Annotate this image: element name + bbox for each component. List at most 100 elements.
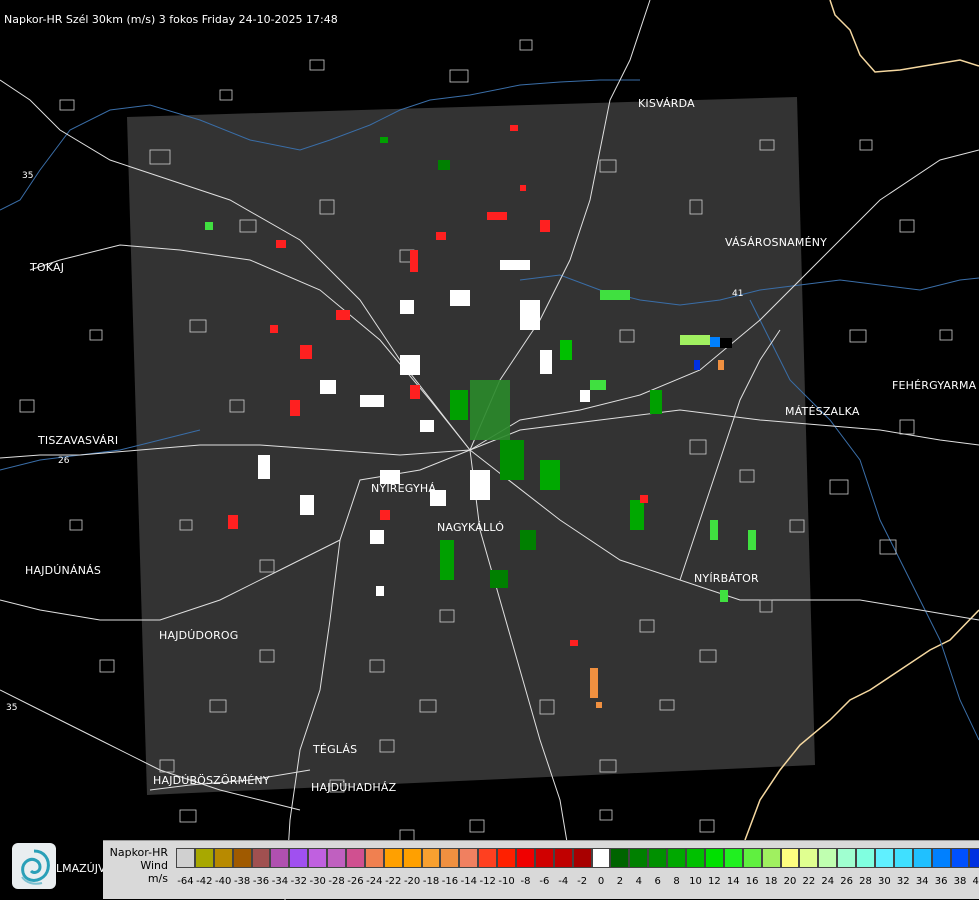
legend-ticks: -64 -42 -40 -38 -36 -34 -32 -30 -28 -26 -24 -22 -20-… (176, 876, 979, 890)
legend-swatch (270, 848, 290, 868)
legend-tick-label: -4 (558, 876, 569, 887)
legend-swatch (478, 848, 498, 868)
legend-tick-label: 22 (802, 876, 816, 887)
city-label-kisvarda: KISVÁRDA (638, 97, 695, 110)
legend-swatch (534, 848, 554, 868)
legend-tick-label: 14 (726, 876, 740, 887)
legend-tick-label: -18 (422, 876, 440, 887)
legend-tick-label: 18 (764, 876, 778, 887)
legend-tick-label: -30 (309, 876, 326, 887)
legend-tick-label: -20 (403, 876, 421, 887)
legend-tick-label: -14 (460, 876, 477, 887)
legend-swatch (837, 848, 857, 868)
legend-tick-label: -2 (577, 876, 588, 887)
legend-swatch (346, 848, 365, 868)
legend-tick-label: -34 (271, 876, 289, 887)
legend-swatch (931, 848, 951, 868)
legend-swatch (893, 848, 913, 868)
legend-tick-label: -24 (366, 876, 383, 887)
legend-tick-label: -16 (441, 876, 459, 887)
city-label-tiszavasvari: TISZAVASVÁRI (38, 434, 119, 447)
legend-tick-label: -6 (539, 876, 550, 887)
city-label-tokaj: TOKAJ (30, 261, 65, 274)
legend-swatch (704, 848, 724, 868)
legend-tick-label: -38 (233, 876, 251, 887)
legend-tick-label: -26 (347, 876, 364, 887)
legend-swatch (648, 848, 668, 868)
legend-swatch (591, 848, 611, 868)
legend-swatch (856, 848, 875, 868)
legend-swatch (194, 848, 214, 868)
legend-swatch (213, 848, 233, 868)
legend-swatch (761, 848, 781, 868)
legend-swatch (799, 848, 819, 868)
legend-tick-label: 4 (635, 876, 642, 887)
road-label: 35 (6, 703, 17, 713)
legend-tick-label: 20 (783, 876, 797, 887)
legend-tick-label: 36 (934, 876, 948, 887)
legend-swatch (629, 848, 649, 868)
legend-swatch (327, 848, 347, 868)
city-label-hajduhadhaz: HAJDÚHADHÁZ (311, 781, 397, 794)
legend-title-line2: Wind (140, 859, 168, 872)
road-label: 35 (22, 171, 33, 181)
legend-swatch (969, 848, 979, 868)
legend-title: Napkor-HR Wind m/s (104, 846, 168, 885)
legend-tick-label: -42 (196, 876, 213, 887)
legend-swatch (251, 848, 271, 868)
legend-tick-label: -40 (215, 876, 232, 887)
legend-swatch (421, 848, 441, 868)
city-label-hajdudorog: HAJDÚDOROG (159, 629, 239, 642)
legend-tick-label: -22 (385, 876, 402, 887)
legend-swatch (497, 848, 517, 868)
legend-tick-label: 8 (673, 876, 680, 887)
city-label-nyirbator: NYÍRBÁTOR (694, 572, 759, 585)
legend-swatch (572, 848, 592, 868)
legend-swatch (818, 848, 838, 868)
legend-swatch (742, 848, 762, 868)
legend-tick-label: 16 (745, 876, 759, 887)
legend-tick-label: 38 (953, 876, 967, 887)
legend-tick-label: -12 (479, 876, 496, 887)
legend-tick-label: 26 (840, 876, 853, 887)
legend-title-line1: Napkor-HR (109, 846, 168, 859)
legend-swatch (667, 848, 687, 868)
legend-tick-label: -10 (498, 876, 515, 887)
legend-swatch (440, 848, 460, 868)
legend-swatch (912, 848, 932, 868)
legend-tick-label: -28 (328, 876, 345, 887)
radar-coverage-area (127, 97, 815, 795)
city-label-hajdunanas: HAJDÚNÁNÁS (25, 564, 102, 577)
legend-swatch (402, 848, 422, 868)
legend-swatch (516, 848, 535, 868)
map-title: Napkor-HR Szél 30km (m/s) 3 fokos Friday… (4, 13, 338, 26)
legend-swatch (383, 848, 403, 868)
legend-swatch (176, 848, 195, 868)
legend-swatch (874, 848, 894, 868)
city-label-mateszalka: MÁTÉSZALKA (785, 405, 860, 418)
legend-swatch (459, 848, 479, 868)
city-label-teglas: TÉGLÁS (313, 743, 358, 756)
legend-tick-label: 32 (896, 876, 910, 887)
legend-swatch (289, 848, 309, 868)
legend-swatch (610, 848, 630, 868)
legend-swatch (723, 848, 743, 868)
legend-tick-label: 6 (654, 876, 661, 887)
legend-swatch (232, 848, 252, 868)
radar-map: 35 26 41 35 (0, 0, 979, 900)
legend-tick-label: 12 (708, 876, 721, 887)
city-label-fehergyarmat: FEHÉRGYARMA (892, 379, 977, 392)
legend-tick-label: 40 (972, 876, 979, 887)
legend-swatch (364, 848, 384, 868)
legend-swatch (950, 848, 970, 868)
legend-tick-label: 10 (689, 876, 702, 887)
legend-swatch (308, 848, 328, 868)
legend-tick-label: -32 (290, 876, 307, 887)
legend-tick-label: 2 (616, 876, 624, 887)
city-label-nagykallo: NAGYKÁLLÓ (437, 521, 505, 534)
logo-swirl-icon (21, 849, 50, 885)
legend-tick-label: 24 (821, 876, 835, 887)
legend-tick-label: 0 (597, 876, 605, 887)
legend-tick-label: 28 (859, 876, 872, 887)
legend-tick-label: -36 (252, 876, 270, 887)
